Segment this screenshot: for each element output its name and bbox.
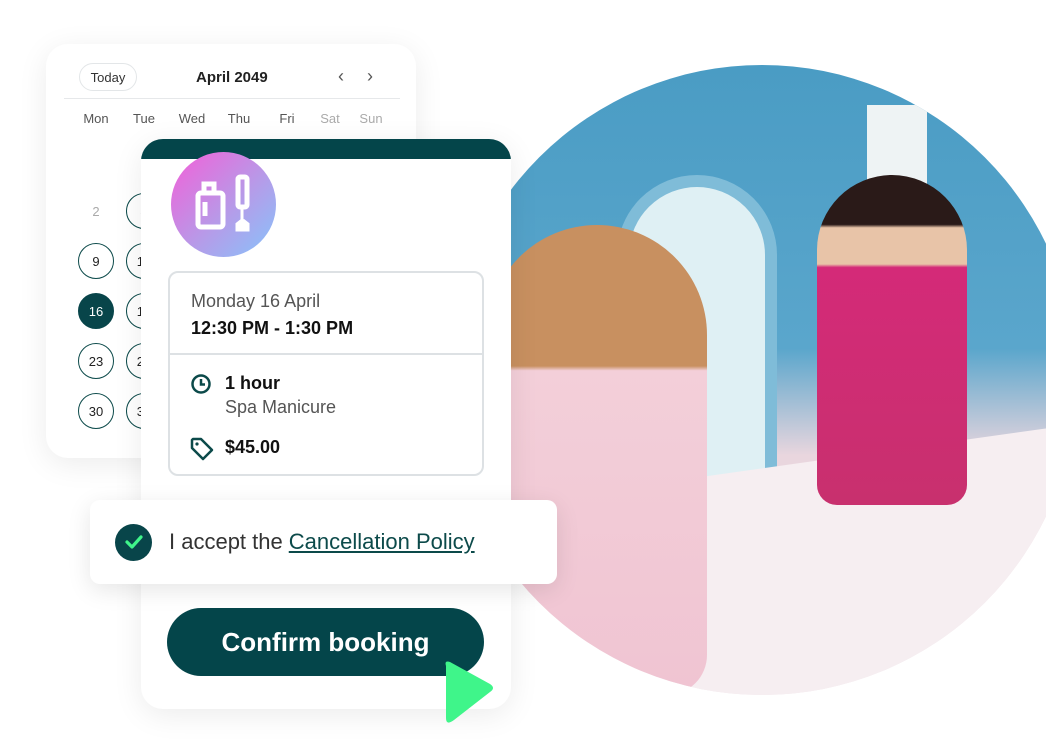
cancellation-policy-link[interactable]: Cancellation Policy [289, 529, 475, 554]
chevron-right-icon[interactable]: › [367, 66, 373, 87]
today-button[interactable]: Today [79, 63, 137, 91]
photo-client [487, 225, 707, 695]
divider [64, 98, 400, 99]
divider [170, 353, 482, 355]
calendar-day[interactable]: 23 [78, 343, 114, 379]
clock-icon [191, 374, 211, 394]
nail-polish-icon [195, 174, 250, 232]
cursor-pointer-icon [445, 661, 493, 723]
booking-duration: 1 hour [225, 373, 281, 393]
booking-details: Monday 16 April 12:30 PM - 1:30 PM 1 hou… [168, 271, 484, 476]
weekday: Sat [320, 111, 340, 126]
accept-checkbox[interactable] [115, 523, 152, 561]
calendar-day-selected[interactable]: 16 [78, 293, 114, 329]
booking-time: 12:30 PM - 1:30 PM [191, 318, 354, 338]
accept-policy-row: I accept the Cancellation Policy [90, 500, 557, 584]
accept-label: I accept the Cancellation Policy [169, 529, 475, 555]
weekday: Mon [83, 111, 109, 126]
calendar-day[interactable]: 9 [78, 243, 114, 279]
booking-date: Monday 16 April [191, 291, 321, 311]
accept-prefix: I accept the [169, 529, 283, 554]
weekday: Tue [133, 111, 155, 126]
month-label: April 2049 [196, 69, 268, 86]
check-icon [124, 535, 143, 549]
price-tag-icon [190, 437, 214, 461]
calendar-day[interactable]: 30 [78, 393, 114, 429]
booking-price: $45.00 [225, 437, 281, 457]
booking-service: Spa Manicure [225, 397, 337, 417]
weekday: Fri [279, 111, 295, 126]
photo-receptionist [817, 175, 967, 505]
confirm-booking-button[interactable]: Confirm booking [167, 608, 484, 676]
calendar-day: 2 [92, 203, 100, 219]
chevron-left-icon[interactable]: ‹ [338, 66, 344, 87]
weekday: Sun [359, 111, 383, 126]
weekday: Thu [227, 111, 251, 126]
salon-photo [447, 65, 1046, 695]
service-badge [171, 152, 276, 257]
weekday: Wed [178, 111, 206, 126]
